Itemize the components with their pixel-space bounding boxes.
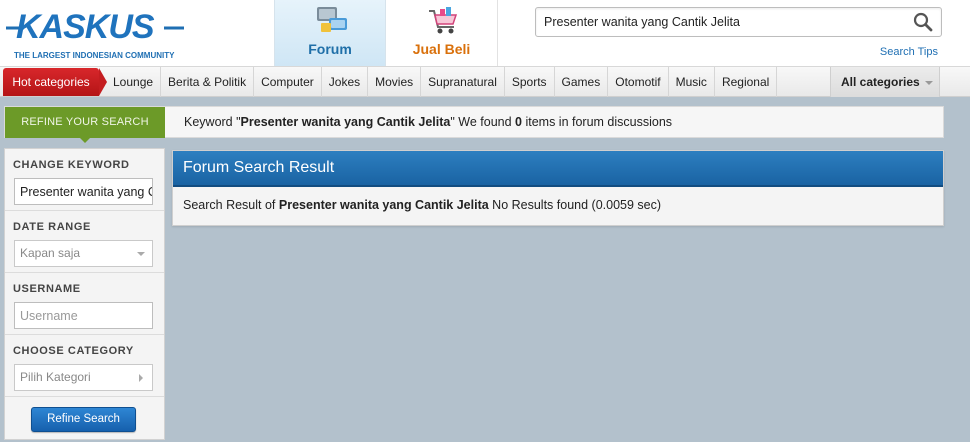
kaskus-logo[interactable]: KASKUS THE LARGEST INDONESIAN COMMUNITY	[4, 8, 204, 60]
username-input[interactable]	[14, 302, 153, 329]
site-header: KASKUS THE LARGEST INDONESIAN COMMUNITY …	[0, 0, 970, 67]
category-supranatural[interactable]: Supranatural	[421, 67, 505, 97]
date-range-value: Kapan saja	[20, 246, 81, 260]
category-otomotif[interactable]: Otomotif	[608, 67, 669, 97]
forum-chat-icon	[317, 7, 347, 32]
category-sports[interactable]: Sports	[505, 67, 555, 97]
chevron-right-icon	[139, 374, 143, 382]
kaskus-logo-graphic: KASKUS	[6, 8, 184, 46]
forum-search-result-panel: Forum Search Result Search Result of Pre…	[172, 150, 944, 226]
result-suffix: No Results found (0.0059 sec)	[488, 198, 662, 212]
category-jokes[interactable]: Jokes	[322, 67, 369, 97]
all-categories-dropdown[interactable]: All categories	[830, 67, 940, 97]
choose-category-value: Pilih Kategori	[20, 370, 91, 384]
svg-text:KASKUS: KASKUS	[16, 8, 155, 46]
change-keyword-section: CHANGE KEYWORD	[5, 149, 164, 211]
category-movies[interactable]: Movies	[368, 67, 422, 97]
category-computer[interactable]: Computer	[254, 67, 322, 97]
category-list: Lounge Berita & Politik Computer Jokes M…	[106, 67, 778, 97]
category-bar: Hot categories Lounge Berita & Politik C…	[0, 67, 970, 97]
summary-prefix: Keyword "	[184, 115, 241, 129]
category-lounge[interactable]: Lounge	[106, 67, 162, 97]
username-section: USERNAME	[5, 273, 164, 335]
result-title: Forum Search Result	[173, 151, 943, 187]
username-label: USERNAME	[13, 283, 81, 295]
result-message: Search Result of Presenter wanita yang C…	[183, 198, 661, 212]
all-categories-label: All categories	[841, 75, 920, 89]
summary-count: 0	[515, 115, 522, 129]
chevron-down-icon	[137, 252, 145, 256]
refine-your-search-tab[interactable]: REFINE YOUR SEARCH	[5, 107, 165, 143]
category-games[interactable]: Games	[555, 67, 609, 97]
search-box	[535, 7, 942, 37]
date-range-section: DATE RANGE Kapan saja	[5, 211, 164, 273]
refine-search-button[interactable]: Refine Search	[31, 407, 136, 432]
hot-categories-tab[interactable]: Hot categories	[3, 68, 107, 96]
summary-keyword: Presenter wanita yang Cantik Jelita	[240, 115, 451, 129]
refine-bar: REFINE YOUR SEARCH Keyword "Presenter wa…	[4, 106, 944, 143]
category-berita-politik[interactable]: Berita & Politik	[161, 67, 255, 97]
keyword-summary: Keyword "Presenter wanita yang Cantik Je…	[184, 107, 672, 138]
tab-forum-label: Forum	[308, 41, 352, 57]
choose-category-select[interactable]: Pilih Kategori	[14, 364, 153, 391]
summary-suffix: items in forum discussions	[521, 115, 673, 129]
result-prefix: Search Result of	[183, 198, 279, 212]
change-keyword-input[interactable]	[14, 178, 153, 205]
search-icon[interactable]	[913, 12, 933, 32]
tab-jual-beli[interactable]: Jual Beli	[386, 0, 498, 66]
category-music[interactable]: Music	[669, 67, 715, 97]
search-input[interactable]	[536, 8, 901, 36]
change-keyword-label: CHANGE KEYWORD	[13, 159, 130, 171]
logo-tagline: THE LARGEST INDONESIAN COMMUNITY	[14, 51, 175, 60]
date-range-label: DATE RANGE	[13, 221, 91, 233]
choose-category-label: CHOOSE CATEGORY	[13, 345, 134, 357]
refine-sidebar: CHANGE KEYWORD DATE RANGE Kapan saja USE…	[4, 148, 165, 440]
choose-category-section: CHOOSE CATEGORY Pilih Kategori	[5, 335, 164, 397]
search-tips-link[interactable]: Search Tips	[880, 46, 938, 58]
category-regional[interactable]: Regional	[715, 67, 778, 97]
tab-forum[interactable]: Forum	[274, 0, 386, 66]
summary-mid: " We found	[450, 115, 516, 129]
date-range-select[interactable]: Kapan saja	[14, 240, 153, 267]
tab-jual-beli-label: Jual Beli	[412, 41, 471, 57]
shopping-cart-icon	[429, 7, 458, 34]
result-keyword: Presenter wanita yang Cantik Jelita	[278, 198, 489, 212]
chevron-down-icon	[924, 80, 933, 85]
